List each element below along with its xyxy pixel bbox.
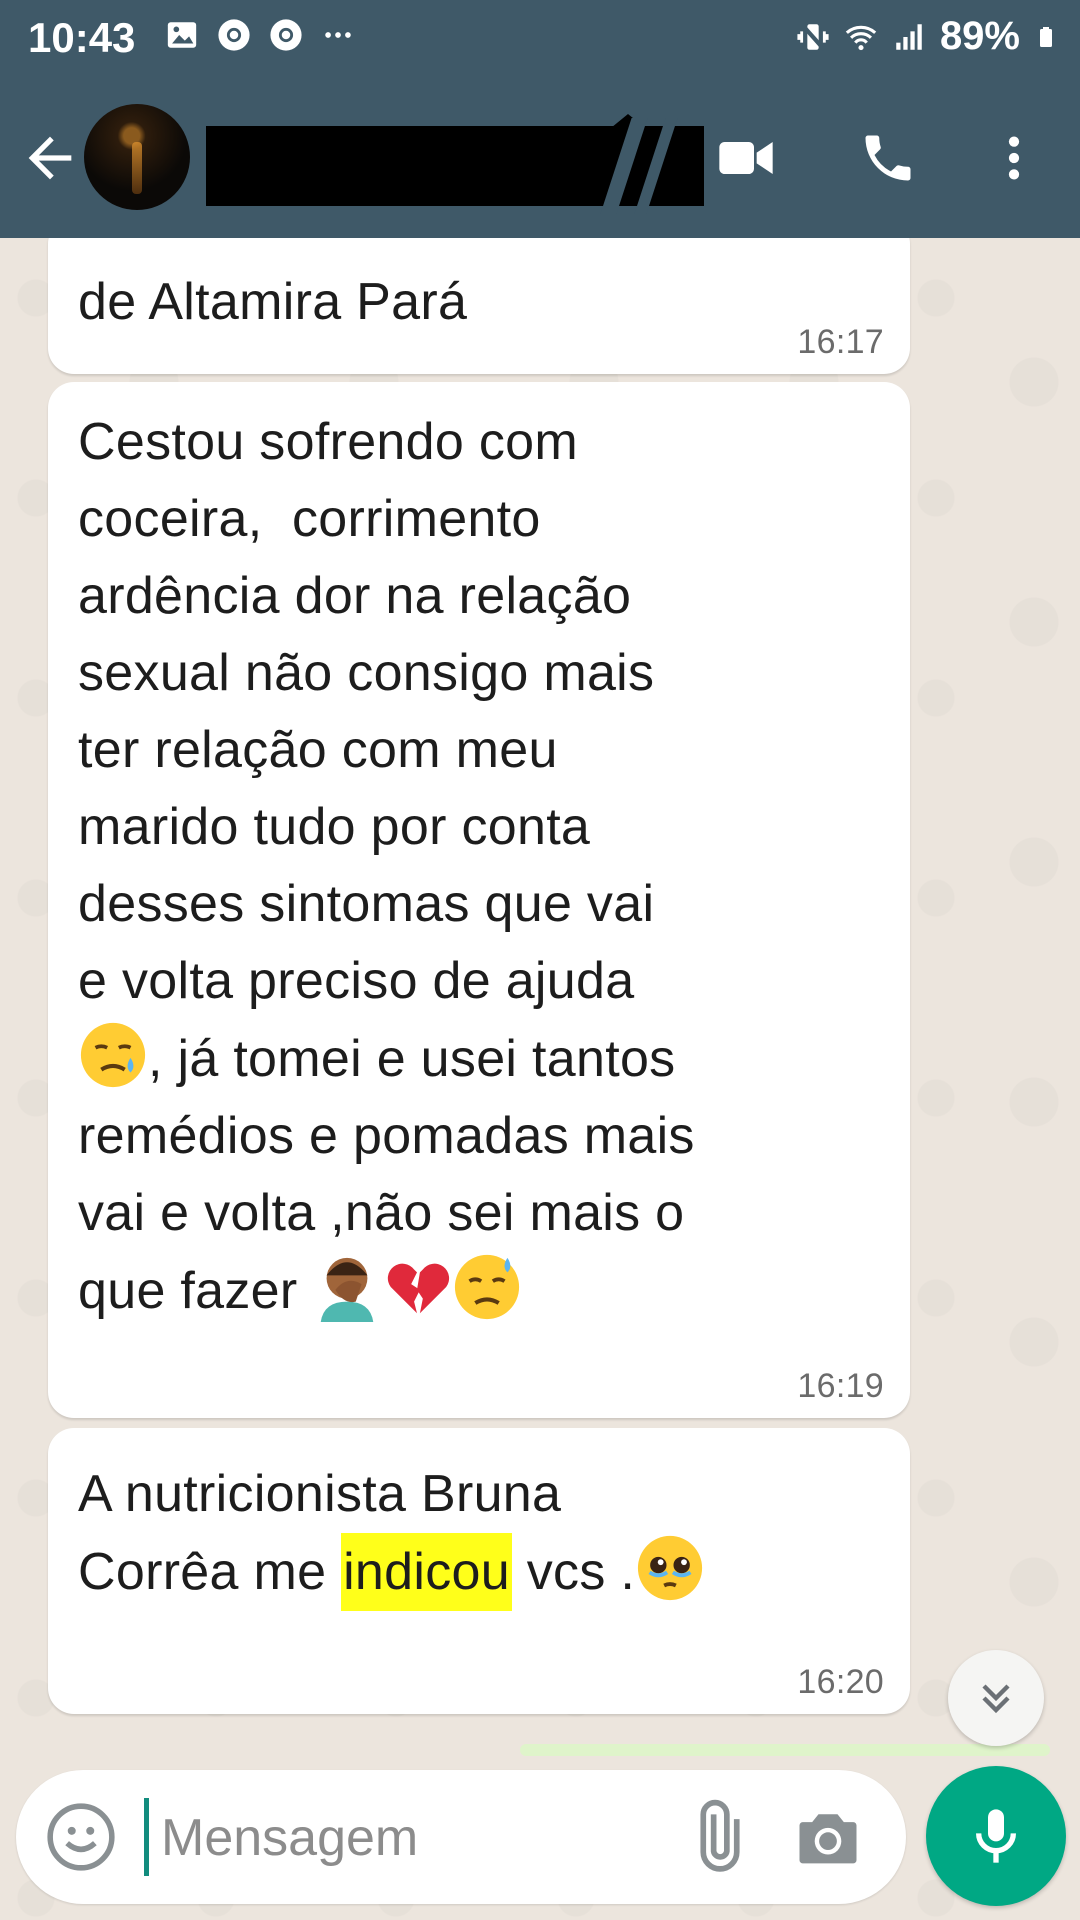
message-input[interactable]: Mensagem [161,1808,418,1868]
voice-message-button[interactable] [926,1766,1066,1906]
battery-percent: 89% [939,14,1020,58]
highlighted-word: indicou [341,1533,512,1611]
broken-heart-emoji-icon [388,1263,450,1314]
double-chevron-down-icon [982,1684,1010,1714]
message-line: Corrêa me indicou vcs . [78,1533,882,1611]
message-line: , já tomei e usei tantos [78,1020,882,1098]
video-call-button[interactable] [710,122,782,194]
signal-icon [896,23,922,50]
crying-sad-emoji-icon [80,1022,146,1088]
message-text-end: que fazer [78,1262,313,1320]
status-bar: 10:43 89% [0,0,1080,74]
message-bubble[interactable]: Cestou sofrendo com coceira, corrimento … [48,382,910,1418]
attachment-icon[interactable] [676,1798,756,1878]
text-cursor [144,1798,149,1876]
contact-avatar[interactable] [84,104,190,210]
status-notification-icons [165,18,355,52]
chat-app-bar [0,96,1080,216]
status-right: 89% [796,14,1058,59]
camera-icon[interactable] [790,1800,866,1876]
message-text: Cestou sofrendo com coceira, corrimento … [78,413,655,1010]
message-time: 16:20 [797,1663,884,1701]
status-time: 10:43 [28,14,136,61]
back-arrow-icon[interactable] [18,126,82,190]
message-text: Corrêa me [78,1543,342,1601]
message-line: A nutricionista Bruna [78,1465,562,1523]
outgoing-bubble-peek [520,1744,1050,1756]
mic-icon [976,1809,1016,1863]
more-vert-icon [1008,136,1020,180]
contact-name-redacted[interactable] [206,114,704,214]
facepalm-emoji-icon [321,1257,374,1322]
message-text: remédios e pomadas mais vai e volta ,não… [78,1107,695,1242]
message-text: de Altamira Pará [78,273,468,331]
message-bubble[interactable]: de Altamira Pará 16:17 [48,218,910,374]
emoji-picker-icon[interactable] [44,1800,118,1874]
top-bar: 10:43 89% [0,0,1080,238]
phone-icon [865,135,911,181]
message-input-bar: Mensagem [16,1770,906,1904]
video-call-icon [719,142,773,174]
pleading-face-emoji-icon [638,1535,703,1601]
wifi-icon [845,25,877,50]
message-text: vcs . [511,1543,636,1601]
sweat-sad-emoji-icon [455,1254,520,1320]
battery-icon [1040,26,1052,47]
message-line: que fazer [78,1252,882,1330]
message-bubble[interactable]: A nutricionista Bruna Corrêa me indicou … [48,1428,910,1714]
scroll-to-bottom-button[interactable] [948,1650,1044,1746]
message-time: 16:19 [797,1367,884,1405]
vibrate-icon [797,22,829,51]
chrome-icon [218,19,250,51]
more-dots-icon [325,32,351,38]
message-text-continued: , já tomei e usei tantos [148,1030,676,1088]
more-options-button[interactable] [978,122,1050,194]
chrome-icon [270,19,302,51]
voice-call-button[interactable] [852,122,924,194]
message-time: 16:17 [797,323,884,361]
gallery-icon [167,22,197,48]
